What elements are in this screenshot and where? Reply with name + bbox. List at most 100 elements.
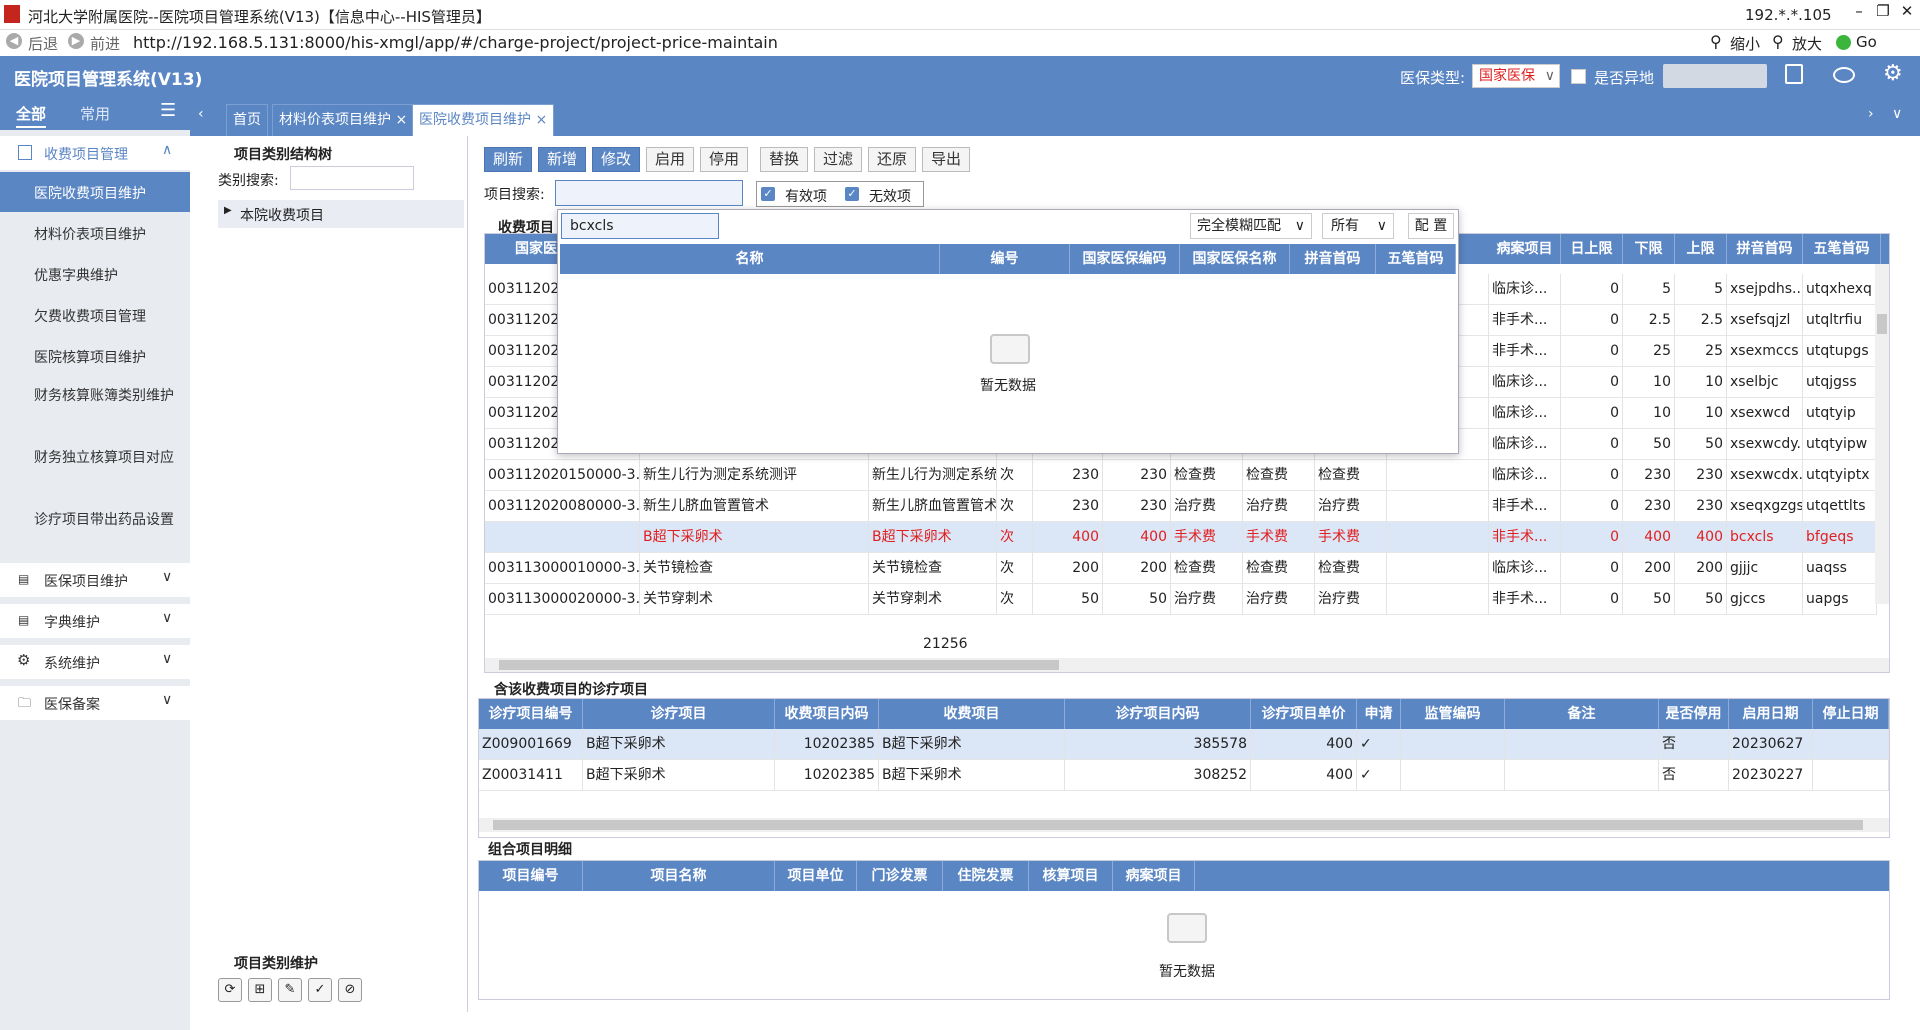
replace-button[interactable]: 替换	[760, 147, 808, 172]
minimize-icon[interactable]: –	[1848, 2, 1870, 20]
forward-icon[interactable]: ▶	[68, 33, 84, 49]
invalid-checkbox-icon[interactable]: ✓	[845, 187, 859, 201]
table-row[interactable]: Z009001669 B超下采卵术 10202385 B超下采卵术 385578 400 ✓…	[479, 729, 1889, 760]
column-header: 日上限	[1561, 234, 1623, 264]
project-search-input[interactable]	[555, 180, 743, 206]
table-cell: 230	[1103, 491, 1171, 522]
tab-close-icon[interactable]: ×	[395, 112, 407, 128]
table-cell: 230	[1623, 491, 1675, 522]
sidebar-item-material-price[interactable]: 材料价表项目维护	[0, 213, 190, 253]
chevron-down-icon: ∨	[162, 569, 173, 585]
charge-footer-total: 21256	[923, 636, 968, 652]
menu-icon[interactable]: ☰	[160, 100, 176, 121]
zoom-in-icon[interactable]: ⚲	[1772, 32, 1784, 51]
popup-query-input[interactable]: bcxcls	[561, 213, 719, 239]
sidebar-item-drug-setting[interactable]: 诊疗项目带出药品设置	[0, 504, 190, 554]
print-icon[interactable]	[1785, 64, 1803, 84]
tab-close-icon[interactable]: ×	[535, 112, 547, 128]
export-button[interactable]: 导出	[922, 147, 970, 172]
tabs-right-arrow-icon[interactable]: ›	[1868, 106, 1874, 122]
zoom-out-button[interactable]: 缩小	[1730, 33, 1760, 54]
sidebar-item-independent-accounting[interactable]: 财务独立核算项目对应	[0, 442, 190, 492]
table-cell	[1505, 729, 1659, 760]
add-button[interactable]: 新增	[538, 147, 586, 172]
table-cell	[1387, 553, 1489, 584]
disable-button[interactable]: 停用	[700, 147, 748, 172]
table-cell: 5	[1623, 274, 1675, 305]
tree-node-root[interactable]: ▶ 本院收费项目	[218, 200, 464, 228]
nav-tab-common[interactable]: 常用	[80, 103, 110, 124]
valid-checkbox-icon[interactable]: ✓	[761, 187, 775, 201]
gear-icon[interactable]: ⚙	[1883, 61, 1903, 86]
zoom-out-icon[interactable]: ⚲	[1710, 32, 1722, 51]
table-row-selected[interactable]: B超下采卵术 B超下采卵术次 400 400 手术费 手术费 手术费 非手术... 0 400 40…	[485, 522, 1877, 553]
sidebar-item-discount[interactable]: 优惠字典维护	[0, 254, 190, 294]
table-row[interactable]: 003112020080000-3... 新生儿脐血管置管术 新生儿脐血管置管术次 2…	[485, 491, 1877, 522]
restore-button[interactable]: 还原	[868, 147, 916, 172]
table-cell: 检查费	[1171, 460, 1243, 491]
valid-filter[interactable]: ✓ 有效项 ✓ 无效项	[756, 181, 924, 207]
edit-icon[interactable]: ✎	[278, 978, 302, 1002]
scroll-thumb[interactable]	[499, 660, 1059, 670]
nav-group-dictionary[interactable]: ▤ 字典维护 ∨	[0, 604, 190, 638]
nav-group-system[interactable]: ⚙ 系统维护 ∨	[0, 645, 190, 679]
tab-label: 首页	[233, 112, 261, 128]
maximize-icon[interactable]: ❐	[1872, 2, 1894, 20]
back-button[interactable]: 后退	[28, 33, 58, 54]
go-button[interactable]: Go	[1856, 33, 1877, 51]
match-mode-select[interactable]: 完全模糊匹配 ∨	[1190, 213, 1312, 239]
back-icon[interactable]: ◀	[6, 33, 22, 49]
zoom-in-button[interactable]: 放大	[1792, 33, 1822, 54]
tabs-menu-chevron-icon[interactable]: ∨	[1892, 106, 1902, 122]
eye-icon[interactable]	[1833, 67, 1855, 83]
scroll-thumb[interactable]	[493, 820, 1863, 830]
scroll-thumb[interactable]	[1877, 314, 1887, 334]
nav-group-charge-label: 收费项目管理	[44, 147, 128, 163]
go-icon[interactable]	[1836, 35, 1851, 50]
enable-button[interactable]: 启用	[646, 147, 694, 172]
vertical-scrollbar[interactable]	[1875, 264, 1889, 604]
sidebar-item-charge-project[interactable]: 医院收费项目维护	[0, 172, 190, 212]
close-icon[interactable]: ✕	[1896, 2, 1918, 20]
config-button[interactable]: 配 置	[1408, 213, 1454, 239]
horizontal-scrollbar[interactable]	[485, 658, 1889, 672]
url-field[interactable]: http://192.168.5.131:8000/his-xmgl/app/#…	[133, 33, 778, 52]
nav-group-charge[interactable]: 收费项目管理 ∧	[0, 136, 190, 170]
disable-icon[interactable]: ⊘	[338, 978, 362, 1002]
sidebar-item-accounting[interactable]: 医院核算项目维护	[0, 336, 190, 376]
table-row[interactable]: 003112020150000-3... 新生儿行为测定系统测评 新生儿行为测定系统…	[485, 460, 1877, 491]
edit-button[interactable]: 修改	[592, 147, 640, 172]
refresh-button[interactable]: 刷新	[484, 147, 532, 172]
remote-checkbox[interactable]	[1571, 69, 1586, 84]
scope-select[interactable]: 所有 ∨	[1322, 213, 1394, 239]
filter-button[interactable]: 过滤	[814, 147, 862, 172]
horizontal-scrollbar[interactable]	[479, 818, 1889, 832]
table-cell: 手术费	[1315, 522, 1387, 553]
table-cell: 003112020150000-3...	[485, 460, 640, 491]
nav-tab-all[interactable]: 全部	[16, 103, 47, 128]
search-popup: bcxcls 完全模糊匹配 ∨ 所有 ∨ 配 置 名称 编号 国家医保编码 国家…	[557, 209, 1459, 454]
insurance-type-select[interactable]: 国家医保 ∨	[1472, 64, 1560, 88]
invalid-label: 无效项	[869, 189, 911, 205]
table-cell: xsexmccs	[1727, 336, 1803, 367]
tab-home[interactable]: 首页	[226, 104, 268, 136]
table-cell: 治疗费	[1315, 491, 1387, 522]
sidebar-item-arrears[interactable]: 欠费收费项目管理	[0, 295, 190, 335]
table-row[interactable]: Z00031411 B超下采卵术 10202385 B超下采卵术 308252 400 ✓ 否…	[479, 760, 1889, 791]
refresh-icon[interactable]: ⟳	[218, 978, 242, 1002]
enable-icon[interactable]: ✓	[308, 978, 332, 1002]
forward-button[interactable]: 前进	[90, 33, 120, 54]
tab-charge-project[interactable]: 医院收费项目维护 ×	[412, 104, 555, 136]
remote-input[interactable]	[1663, 64, 1767, 88]
category-maint-title: 项目类别维护	[234, 956, 318, 972]
nav-group-insurance[interactable]: ▤ 医保项目维护 ∨	[0, 563, 190, 597]
table-cell: utqtyip	[1803, 398, 1877, 429]
add-file-icon[interactable]: ⊞	[248, 978, 272, 1002]
sidebar-item-ledger-category[interactable]: 财务核算账簿类别维护	[0, 380, 190, 430]
tab-material-price[interactable]: 材料价表项目维护 ×	[272, 104, 415, 136]
nav-group-filing[interactable]: 🗀 医保备案 ∨	[0, 686, 190, 720]
tabs-left-arrow-icon[interactable]: ‹	[198, 106, 204, 122]
table-row[interactable]: 003113000020000-3... 关节穿刺术 关节穿刺术次 50 50 治疗费 治疗…	[485, 584, 1877, 615]
table-row[interactable]: 003113000010000-3... 关节镜检查 关节镜检查次 200 200 检查费…	[485, 553, 1877, 584]
category-search-input[interactable]	[290, 166, 414, 190]
